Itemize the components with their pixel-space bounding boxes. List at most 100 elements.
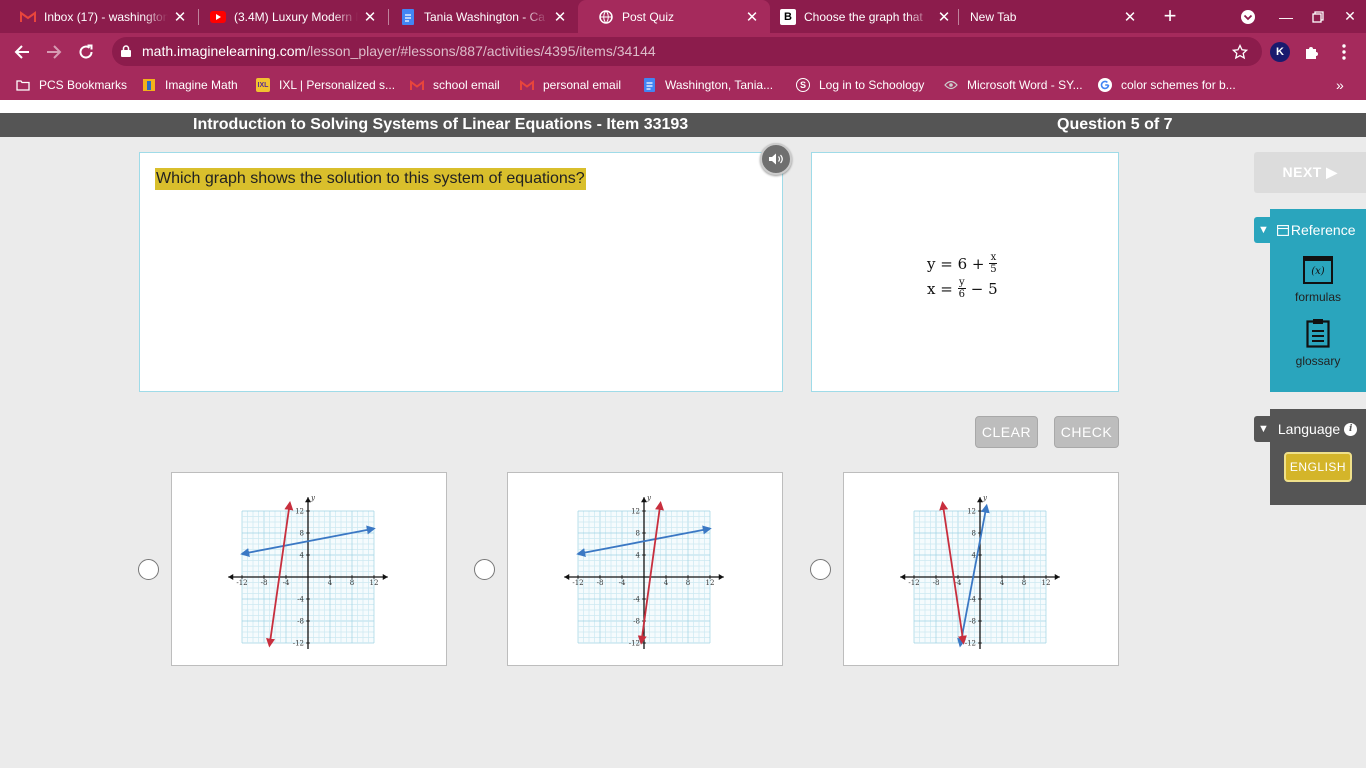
window-close-icon[interactable]: ✕ [1334, 0, 1366, 33]
bookmark-imagine-math[interactable]: Imagine Math [142, 76, 238, 94]
tab-title: Choose the graph that [804, 9, 923, 24]
formulas-label: formulas [1294, 290, 1341, 304]
x-tick-label: 4 [664, 579, 669, 587]
coordinate-graph-2: -12-8-448121284-4-8-12xy [564, 494, 724, 649]
bookmark-schoology[interactable]: S Log in to Schoology [796, 76, 924, 94]
x-axis-arrow [900, 574, 906, 580]
bookmark-star-icon[interactable] [1227, 39, 1253, 65]
y-tick-label: 8 [636, 530, 640, 538]
bookmark-color-schemes[interactable]: color schemes for b... [1098, 76, 1236, 94]
tab-inbox[interactable]: Inbox (17) - washington ✕ [0, 0, 198, 33]
youtube-icon [210, 9, 226, 25]
bookmark-label: Imagine Math [165, 78, 238, 92]
y-tick-label: -8 [297, 618, 304, 626]
profile-avatar[interactable]: K [1267, 39, 1293, 65]
language-label: Language [1277, 421, 1341, 437]
y-axis-label: y [310, 494, 316, 502]
equation-2-lhs: x = [927, 279, 953, 298]
info-icon[interactable]: i [1344, 422, 1358, 436]
bookmark-personal-email[interactable]: personal email [520, 76, 621, 94]
triangle-down-icon: ▼ [1258, 224, 1269, 236]
y-tick-label: -8 [633, 618, 640, 626]
bookmarks-bar: PCS Bookmarks Imagine Math IXL IXL | Per… [0, 70, 1366, 100]
browser-tab-strip: Inbox (17) - washington ✕ (3.4M) Luxury … [0, 0, 1366, 33]
gmail-icon [410, 78, 424, 92]
new-tab-plus-icon[interactable]: + [1158, 4, 1182, 28]
bookmark-label: Microsoft Word - SY... [967, 78, 1083, 92]
eye-icon [944, 78, 958, 92]
answer-choice-1[interactable]: -12-8-448121284-4-8-12xy [171, 472, 447, 666]
x-axis-arrow [564, 574, 570, 580]
coordinate-graph-1: -12-8-448121284-4-8-12xy [228, 494, 388, 649]
tab-title: Tania Washington - Ca [424, 9, 545, 24]
y-tick-label: 8 [300, 530, 304, 538]
close-icon[interactable]: ✕ [358, 8, 382, 26]
y-tick-label: 12 [295, 508, 304, 516]
bookmark-label: Log in to Schoology [819, 78, 925, 92]
close-icon[interactable]: ✕ [168, 8, 192, 26]
check-button[interactable]: CHECK [1054, 416, 1119, 448]
more-bookmarks-chevron-icon[interactable]: » [1336, 76, 1344, 94]
reference-toggle[interactable]: ▼ Reference [1254, 217, 1366, 243]
lesson-title: Introduction to Solving Systems of Linea… [193, 116, 689, 133]
x-tick-label: -12 [236, 579, 247, 587]
tab-post-quiz[interactable]: Post Quiz ✕ [578, 0, 770, 33]
english-language-button[interactable]: ENGLISH [1284, 452, 1352, 482]
close-icon[interactable]: ✕ [740, 8, 764, 26]
x-tick-label: -8 [261, 579, 268, 587]
tab-youtube[interactable]: (3.4M) Luxury Modern M ✕ [190, 0, 388, 33]
audio-speaker-button[interactable] [760, 143, 792, 175]
minimize-icon[interactable]: — [1270, 0, 1302, 33]
fraction-denominator: 6 [958, 289, 965, 300]
close-icon[interactable]: ✕ [548, 8, 572, 26]
menu-kebab-icon[interactable] [1331, 39, 1357, 65]
y-tick-label: -12 [293, 640, 304, 648]
formulas-tool[interactable]: (x) formulas [1270, 256, 1366, 304]
bookmark-microsoft-word[interactable]: Microsoft Word - SY... [944, 76, 1083, 94]
bookmark-label: IXL | Personalized s... [279, 78, 396, 92]
language-toggle[interactable]: ▼ Language i [1254, 416, 1366, 442]
bookmark-school-email[interactable]: school email [410, 76, 500, 94]
x-tick-label: -4 [283, 579, 290, 587]
bookmark-ixl[interactable]: IXL IXL | Personalized s... [256, 76, 395, 94]
bookmark-pcs[interactable]: PCS Bookmarks [16, 76, 127, 94]
question-progress: Question 5 of 7 [1057, 116, 1173, 133]
y-tick-label: 4 [636, 552, 641, 560]
clear-button[interactable]: CLEAR [975, 416, 1038, 448]
gmail-icon [520, 78, 534, 92]
choice-radio-3[interactable] [810, 559, 831, 580]
glossary-tool[interactable]: glossary [1270, 318, 1366, 368]
url-text[interactable]: math.imaginelearning.com/lesson_player/#… [142, 43, 656, 59]
choice-radio-2[interactable] [474, 559, 495, 580]
extensions-puzzle-icon[interactable] [1299, 39, 1325, 65]
answer-choice-2[interactable]: -12-8-448121284-4-8-12xy [507, 472, 783, 666]
x-tick-label: 8 [350, 579, 354, 587]
url-path: /lesson_player/#lessons/887/activities/4… [306, 43, 656, 59]
answer-choice-3[interactable]: -12-8-448121284-4-8-12xy [843, 472, 1119, 666]
equation-2-tail: − 5 [970, 279, 998, 298]
x-tick-label: 8 [1022, 579, 1026, 587]
tab-docs[interactable]: Tania Washington - Ca ✕ [380, 0, 578, 33]
back-arrow-icon[interactable] [9, 39, 35, 65]
bookmark-washington-doc[interactable]: Washington, Tania... [642, 76, 773, 94]
globe-icon [598, 9, 614, 25]
x-axis-arrow [1054, 574, 1060, 580]
tab-new-tab[interactable]: New Tab ✕ [950, 0, 1148, 33]
x-axis-arrow [718, 574, 724, 580]
restore-icon[interactable] [1302, 0, 1334, 33]
bookmark-label: PCS Bookmarks [39, 78, 128, 92]
tab-brainly[interactable]: B Choose the graph that ✕ [770, 0, 962, 33]
reload-icon[interactable] [73, 39, 99, 65]
close-icon[interactable]: ✕ [1118, 8, 1142, 26]
tab-title: (3.4M) Luxury Modern M [234, 9, 358, 24]
next-button[interactable]: NEXT ▶ [1254, 152, 1366, 193]
x-tick-label: -12 [572, 579, 583, 587]
bookmark-label: Washington, Tania... [665, 78, 774, 92]
forward-arrow-icon[interactable] [41, 39, 67, 65]
choice-radio-1[interactable] [138, 559, 159, 580]
x-tick-label: 4 [1000, 579, 1005, 587]
fraction-denominator: 5 [990, 264, 997, 275]
tab-search-chevron-icon[interactable] [1232, 0, 1264, 33]
imagine-math-icon [142, 78, 156, 92]
equation-2-fraction: y6 [957, 278, 966, 300]
